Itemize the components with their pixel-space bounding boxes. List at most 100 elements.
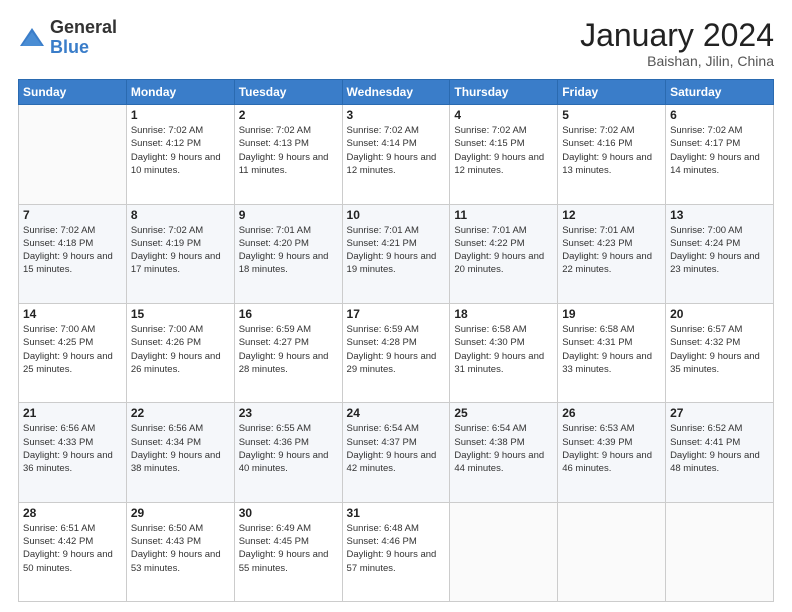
logo-text: General Blue [50,18,117,58]
day-cell: 12 Sunrise: 7:01 AMSunset: 4:23 PMDayligh… [558,204,666,303]
calendar-table: SundayMondayTuesdayWednesdayThursdayFrid… [18,79,774,602]
page: General Blue January 2024 Baishan, Jilin… [0,0,792,612]
day-info: Sunrise: 6:58 AMSunset: 4:31 PMDaylight:… [562,323,661,376]
day-info: Sunrise: 6:56 AMSunset: 4:33 PMDaylight:… [23,422,122,475]
day-cell: 7Sunrise: 7:02 AMSunset: 4:18 PMDaylight… [19,204,127,303]
day-cell: 18 Sunrise: 6:58 AMSunset: 4:30 PMDayligh… [450,303,558,402]
day-number: 14 [23,307,122,321]
weekday-tuesday: Tuesday [234,80,342,105]
day-info: Sunrise: 6:49 AMSunset: 4:45 PMDaylight:… [239,522,338,575]
weekday-saturday: Saturday [666,80,774,105]
day-number: 26 [562,406,661,420]
weekday-thursday: Thursday [450,80,558,105]
day-number: 23 [239,406,338,420]
week-row-4: 21 Sunrise: 6:56 AMSunset: 4:33 PMDayligh… [19,403,774,502]
day-info: Sunrise: 6:55 AMSunset: 4:36 PMDaylight:… [239,422,338,475]
day-cell: 31Sunrise: 6:48 AMSunset: 4:46 PMDayligh… [342,502,450,601]
day-cell: 25 Sunrise: 6:54 AMSunset: 4:38 PMDayligh… [450,403,558,502]
day-number: 30 [239,506,338,520]
day-cell: 26Sunrise: 6:53 AMSunset: 4:39 PMDayligh… [558,403,666,502]
day-number: 17 [347,307,446,321]
day-cell: 20Sunrise: 6:57 AMSunset: 4:32 PMDayligh… [666,303,774,402]
day-number: 4 [454,108,553,122]
day-number: 22 [131,406,230,420]
day-info: Sunrise: 6:48 AMSunset: 4:46 PMDaylight:… [347,522,446,575]
weekday-friday: Friday [558,80,666,105]
logo-blue-text: Blue [50,38,117,58]
day-number: 29 [131,506,230,520]
week-row-1: 1Sunrise: 7:02 AMSunset: 4:12 PMDaylight… [19,105,774,204]
day-number: 3 [347,108,446,122]
weekday-sunday: Sunday [19,80,127,105]
day-cell: 5 Sunrise: 7:02 AMSunset: 4:16 PMDaylight… [558,105,666,204]
weekday-wednesday: Wednesday [342,80,450,105]
day-cell: 29Sunrise: 6:50 AMSunset: 4:43 PMDayligh… [126,502,234,601]
day-info: Sunrise: 7:01 AMSunset: 4:22 PMDaylight:… [454,224,553,277]
day-info: Sunrise: 7:02 AMSunset: 4:13 PMDaylight:… [239,124,338,177]
day-number: 8 [131,208,230,222]
location: Baishan, Jilin, China [580,53,774,69]
day-number: 5 [562,108,661,122]
day-info: Sunrise: 7:00 AMSunset: 4:24 PMDaylight:… [670,224,769,277]
day-info: Sunrise: 6:57 AMSunset: 4:32 PMDaylight:… [670,323,769,376]
day-number: 24 [347,406,446,420]
day-cell: 30 Sunrise: 6:49 AMSunset: 4:45 PMDayligh… [234,502,342,601]
day-cell: 28Sunrise: 6:51 AMSunset: 4:42 PMDayligh… [19,502,127,601]
day-info: Sunrise: 6:59 AMSunset: 4:28 PMDaylight:… [347,323,446,376]
day-cell: 22 Sunrise: 6:56 AMSunset: 4:34 PMDayligh… [126,403,234,502]
day-cell: 9 Sunrise: 7:01 AMSunset: 4:20 PMDaylight… [234,204,342,303]
day-cell: 21 Sunrise: 6:56 AMSunset: 4:33 PMDayligh… [19,403,127,502]
day-number: 6 [670,108,769,122]
day-cell [450,502,558,601]
day-cell: 23 Sunrise: 6:55 AMSunset: 4:36 PMDayligh… [234,403,342,502]
day-number: 13 [670,208,769,222]
day-info: Sunrise: 6:56 AMSunset: 4:34 PMDaylight:… [131,422,230,475]
month-title: January 2024 [580,18,774,53]
day-cell: 2Sunrise: 7:02 AMSunset: 4:13 PMDaylight… [234,105,342,204]
day-info: Sunrise: 6:59 AMSunset: 4:27 PMDaylight:… [239,323,338,376]
day-number: 16 [239,307,338,321]
header: General Blue January 2024 Baishan, Jilin… [18,18,774,69]
day-cell: 4 Sunrise: 7:02 AMSunset: 4:15 PMDaylight… [450,105,558,204]
day-number: 28 [23,506,122,520]
day-number: 21 [23,406,122,420]
day-number: 18 [454,307,553,321]
day-number: 10 [347,208,446,222]
day-info: Sunrise: 7:01 AMSunset: 4:23 PMDaylight:… [562,224,661,277]
day-number: 11 [454,208,553,222]
week-row-5: 28Sunrise: 6:51 AMSunset: 4:42 PMDayligh… [19,502,774,601]
day-cell: 15Sunrise: 7:00 AMSunset: 4:26 PMDayligh… [126,303,234,402]
day-cell: 17 Sunrise: 6:59 AMSunset: 4:28 PMDayligh… [342,303,450,402]
day-number: 7 [23,208,122,222]
logo: General Blue [18,18,117,58]
day-info: Sunrise: 7:00 AMSunset: 4:25 PMDaylight:… [23,323,122,376]
day-cell: 24 Sunrise: 6:54 AMSunset: 4:37 PMDayligh… [342,403,450,502]
week-row-2: 7Sunrise: 7:02 AMSunset: 4:18 PMDaylight… [19,204,774,303]
day-info: Sunrise: 7:01 AMSunset: 4:20 PMDaylight:… [239,224,338,277]
day-cell [19,105,127,204]
day-cell [558,502,666,601]
day-info: Sunrise: 6:52 AMSunset: 4:41 PMDaylight:… [670,422,769,475]
day-info: Sunrise: 6:58 AMSunset: 4:30 PMDaylight:… [454,323,553,376]
day-info: Sunrise: 7:02 AMSunset: 4:15 PMDaylight:… [454,124,553,177]
logo-general-text: General [50,18,117,38]
day-info: Sunrise: 6:54 AMSunset: 4:38 PMDaylight:… [454,422,553,475]
day-number: 12 [562,208,661,222]
day-cell: 10Sunrise: 7:01 AMSunset: 4:21 PMDayligh… [342,204,450,303]
day-number: 9 [239,208,338,222]
logo-icon [18,24,46,52]
day-cell: 27Sunrise: 6:52 AMSunset: 4:41 PMDayligh… [666,403,774,502]
title-block: January 2024 Baishan, Jilin, China [580,18,774,69]
day-cell [666,502,774,601]
week-row-3: 14 Sunrise: 7:00 AMSunset: 4:25 PMDayligh… [19,303,774,402]
day-cell: 13 Sunrise: 7:00 AMSunset: 4:24 PMDayligh… [666,204,774,303]
day-cell: 14 Sunrise: 7:00 AMSunset: 4:25 PMDayligh… [19,303,127,402]
day-info: Sunrise: 6:54 AMSunset: 4:37 PMDaylight:… [347,422,446,475]
day-number: 15 [131,307,230,321]
day-cell: 11 Sunrise: 7:01 AMSunset: 4:22 PMDayligh… [450,204,558,303]
day-number: 25 [454,406,553,420]
day-cell: 3Sunrise: 7:02 AMSunset: 4:14 PMDaylight… [342,105,450,204]
day-info: Sunrise: 7:02 AMSunset: 4:16 PMDaylight:… [562,124,661,177]
day-info: Sunrise: 7:02 AMSunset: 4:19 PMDaylight:… [131,224,230,277]
day-cell: 16 Sunrise: 6:59 AMSunset: 4:27 PMDayligh… [234,303,342,402]
